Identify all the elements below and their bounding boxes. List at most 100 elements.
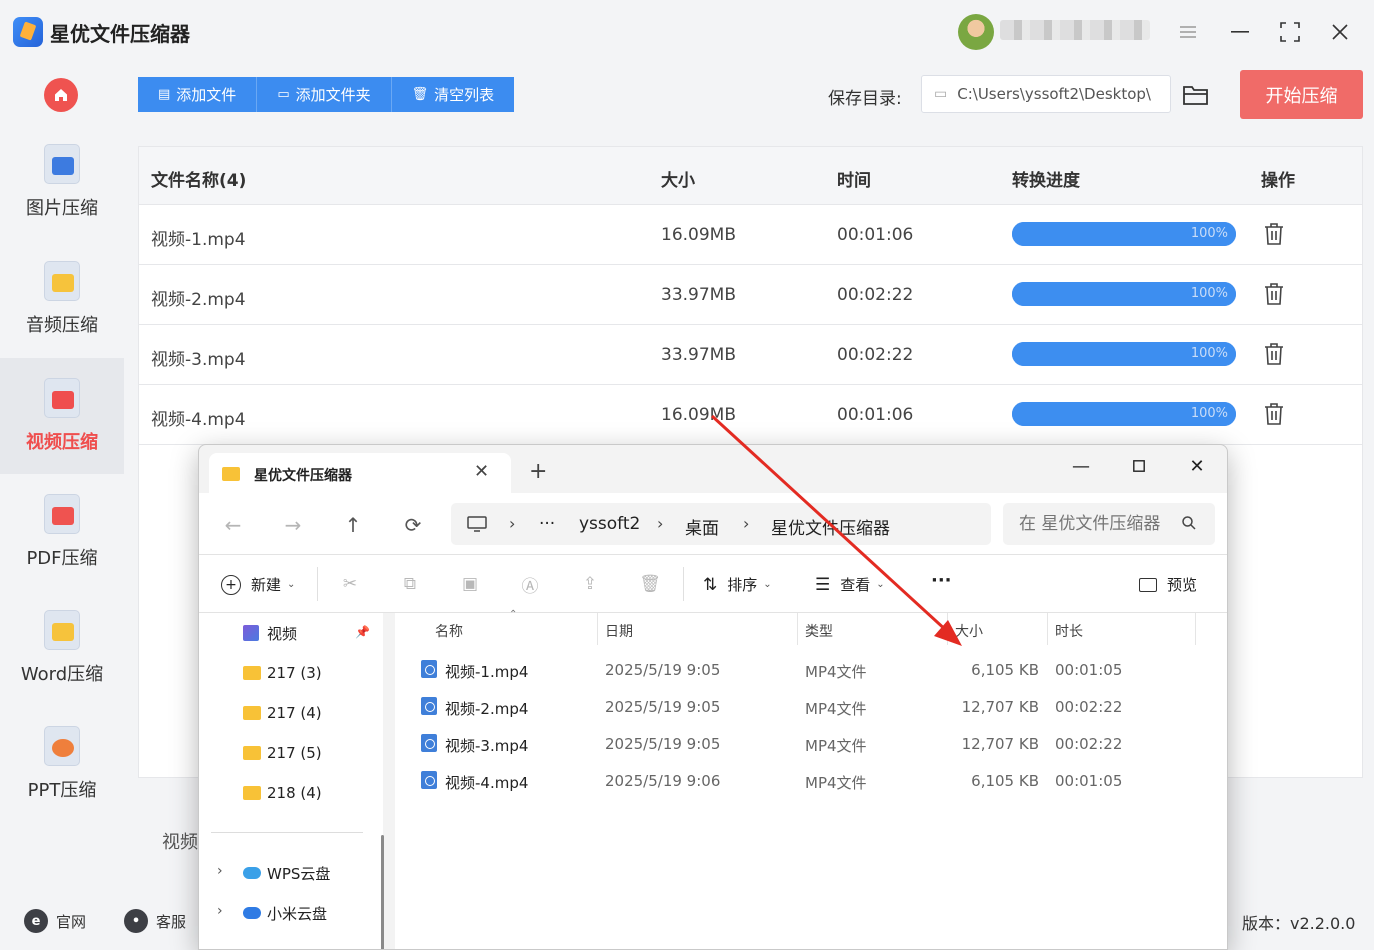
settings-menu-icon[interactable]	[1168, 14, 1208, 50]
explorer-file-list: ⌃ 名称 日期 类型 大小 时长 视频-1.mp4 2025/5/19 9:05…	[395, 609, 1227, 949]
table-row[interactable]: 视频-2.mp4 33.97MB 00:02:22 100%	[139, 265, 1362, 325]
sort-icon: ⇅	[703, 574, 718, 595]
sort-button[interactable]: ⇅ 排序 ⌄	[703, 574, 772, 595]
nav-video-compress[interactable]: 视频压缩	[0, 358, 124, 474]
preview-pane-icon	[1139, 577, 1157, 592]
file-row[interactable]: 视频-1.mp4 2025/5/19 9:05 MP4文件 6,105 KB 0…	[395, 653, 1227, 689]
up-arrow-icon[interactable]: ↑	[339, 511, 367, 539]
preview-button[interactable]: 预览	[1139, 574, 1197, 595]
col-progress: 转换进度	[1012, 171, 1080, 191]
explorer-minimize-icon[interactable]: —	[1061, 451, 1101, 481]
nav-pane-item[interactable]: 小米云盘	[243, 901, 327, 925]
add-folder-button[interactable]: ▭ 添加文件夹	[257, 77, 392, 112]
forward-arrow-icon[interactable]: →	[279, 511, 307, 539]
table-row[interactable]: 视频-1.mp4 16.09MB 00:01:06 100%	[139, 205, 1362, 265]
save-dir-input[interactable]: ▭ C:\Users\yssoft2\Desktop\	[921, 75, 1171, 113]
tab-close-icon[interactable]: ✕	[474, 461, 489, 482]
nav-pane-item[interactable]: WPS云盘	[243, 861, 330, 885]
chevron-right-icon[interactable]: ›	[217, 863, 223, 879]
sort-caret-icon: ⌃	[509, 609, 518, 620]
maximize-icon[interactable]	[1270, 14, 1310, 50]
minimize-icon[interactable]	[1220, 14, 1260, 50]
website-link[interactable]: e 官网	[24, 906, 86, 936]
chevron-right-icon[interactable]: ›	[217, 903, 223, 919]
plus-circle-icon: +	[221, 574, 241, 595]
nav-audio-compress[interactable]: 音频压缩	[0, 241, 124, 357]
copy-icon[interactable]: ⧉	[399, 573, 421, 595]
delete-icon[interactable]: 🗑	[639, 573, 661, 595]
nav-pane-item[interactable]: 217 (3)	[243, 661, 322, 685]
user-avatar[interactable]	[958, 14, 994, 50]
file-row[interactable]: 视频-4.mp4 2025/5/19 9:06 MP4文件 6,105 KB 0…	[395, 764, 1227, 800]
table-row[interactable]: 视频-4.mp4 16.09MB 00:01:06 100%	[139, 385, 1362, 445]
word-compress-icon	[44, 610, 80, 650]
delete-icon[interactable]	[1263, 402, 1285, 426]
nav-pdf-compress[interactable]: PDF压缩	[0, 474, 124, 590]
progress-bar: 100%	[1012, 222, 1236, 246]
rename-icon[interactable]: Ⓐ	[519, 573, 541, 597]
nav-word-compress[interactable]: Word压缩	[0, 590, 124, 706]
column-type[interactable]: 类型	[805, 621, 833, 641]
folder-icon	[243, 786, 261, 800]
column-size[interactable]: 大小	[955, 621, 983, 641]
chevron-down-icon: ⌄	[287, 579, 296, 590]
nav-pane-item[interactable]: 218 (4)	[243, 781, 322, 805]
folder-icon	[222, 467, 240, 481]
column-duration[interactable]: 时长	[1055, 621, 1083, 641]
start-compress-button[interactable]: 开始压缩	[1240, 70, 1363, 119]
user-name-blurred	[1000, 20, 1150, 40]
delete-icon[interactable]	[1263, 342, 1285, 366]
cut-icon[interactable]: ✂	[339, 573, 361, 595]
support-link[interactable]: • 客服	[124, 906, 186, 936]
nav-image-compress[interactable]: 图片压缩	[0, 124, 124, 240]
nav-ppt-compress[interactable]: PPT压缩	[0, 706, 124, 822]
view-button[interactable]: ☰ 查看 ⌄	[815, 574, 885, 595]
pin-icon[interactable]: 📌	[355, 625, 370, 639]
explorer-tab[interactable]: 星优文件压缩器 ✕	[209, 453, 511, 493]
refresh-icon[interactable]: ⟳	[399, 511, 427, 539]
view-list-icon: ☰	[815, 574, 831, 595]
close-icon[interactable]	[1320, 14, 1360, 50]
folder-icon	[243, 746, 261, 760]
video-library-icon	[243, 625, 259, 641]
column-date[interactable]: 日期	[605, 621, 633, 641]
file-row[interactable]: 视频-2.mp4 2025/5/19 9:05 MP4文件 12,707 KB …	[395, 690, 1227, 726]
breadcrumb-more[interactable]: ···	[539, 514, 555, 534]
clear-list-button[interactable]: 🗑 清空列表	[391, 77, 515, 112]
video-file-icon	[421, 697, 437, 715]
add-file-button[interactable]: ▤ 添加文件	[138, 77, 258, 112]
scrollbar[interactable]	[381, 835, 384, 949]
progress-bar: 100%	[1012, 402, 1236, 426]
address-bar[interactable]: › ··· yssoft2 › 桌面 › 星优文件压缩器	[451, 503, 991, 545]
breadcrumb-item[interactable]: 桌面	[685, 514, 719, 539]
breadcrumb-item[interactable]: 星优文件压缩器	[771, 514, 890, 539]
file-row[interactable]: 视频-3.mp4 2025/5/19 9:05 MP4文件 12,707 KB …	[395, 727, 1227, 763]
folder-icon	[243, 666, 261, 680]
ppt-compress-icon	[44, 726, 80, 766]
paste-icon[interactable]: ▣	[459, 573, 481, 595]
more-options-icon[interactable]: ···	[931, 570, 952, 591]
action-toolbar: ▤ 添加文件 ▭ 添加文件夹 🗑 清空列表	[138, 77, 515, 112]
explorer-close-icon[interactable]: ✕	[1177, 451, 1217, 481]
title-bar: 星优文件压缩器	[0, 0, 1374, 62]
nav-pane-item[interactable]: 217 (5)	[243, 741, 322, 765]
home-button[interactable]	[44, 78, 78, 112]
ie-icon: e	[24, 909, 48, 933]
new-button[interactable]: + 新建 ⌄	[221, 574, 295, 595]
trash-icon: 🗑	[411, 87, 429, 102]
col-size: 大小	[661, 171, 695, 191]
version-label: 版本：v2.2.0.0	[1242, 914, 1356, 933]
explorer-maximize-icon[interactable]	[1119, 451, 1159, 481]
column-name[interactable]: 名称	[435, 621, 463, 641]
nav-pane-item[interactable]: 视频	[243, 621, 297, 645]
back-arrow-icon[interactable]: ←	[219, 511, 247, 539]
app-logo-icon	[13, 17, 43, 47]
table-row[interactable]: 视频-3.mp4 33.97MB 00:02:22 100%	[139, 325, 1362, 385]
breadcrumb-item[interactable]: yssoft2	[579, 514, 640, 534]
delete-icon[interactable]	[1263, 222, 1285, 246]
new-tab-icon[interactable]: +	[529, 461, 547, 483]
nav-pane-item[interactable]: 217 (4)	[243, 701, 322, 725]
browse-folder-icon[interactable]	[1182, 82, 1210, 108]
share-icon[interactable]: ⇪	[579, 573, 601, 595]
delete-icon[interactable]	[1263, 282, 1285, 306]
